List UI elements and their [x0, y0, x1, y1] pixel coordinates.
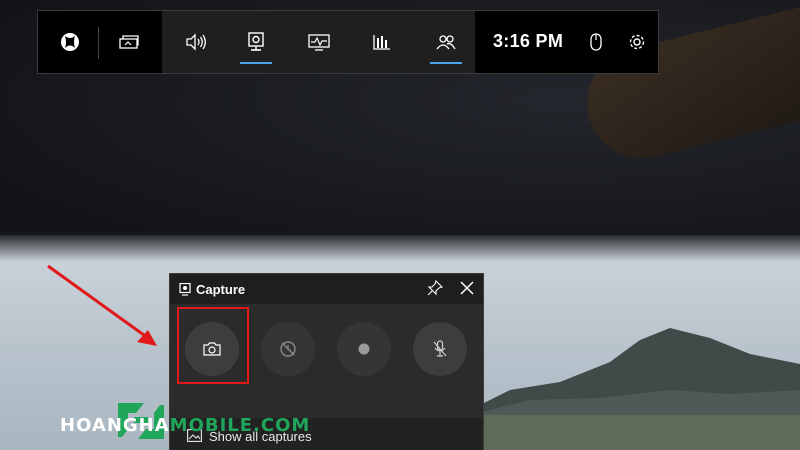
pin-button[interactable] [427, 279, 445, 298]
ground [470, 415, 800, 450]
settings-button[interactable] [620, 11, 654, 73]
watermark-text: HOANGHAMOBILE.COM [60, 415, 310, 436]
divider [98, 27, 99, 59]
record-last-30s-button[interactable] [261, 322, 315, 376]
resources-icon [373, 35, 390, 50]
xbox-icon [61, 33, 79, 51]
capture-icon [179, 283, 191, 296]
close-button[interactable] [459, 280, 477, 298]
clock: 3:16 PM [493, 31, 564, 51]
watermark-prefix: HOANGHA [60, 415, 170, 436]
resources-button[interactable] [360, 11, 404, 73]
watermark-suffix: MOBILE.COM [169, 415, 311, 436]
social-button[interactable] [424, 11, 468, 73]
mouse-icon [590, 33, 602, 51]
start-recording-button[interactable] [337, 322, 391, 376]
active-indicator [430, 62, 462, 64]
record-icon [358, 343, 370, 355]
xbox-button[interactable] [54, 11, 86, 73]
pin-icon [427, 279, 444, 296]
gear-icon [629, 34, 645, 50]
capture-header: Capture [170, 274, 483, 304]
performance-button[interactable] [297, 11, 341, 73]
capture-widget-button[interactable] [234, 11, 278, 73]
mic-muted-icon [433, 340, 447, 357]
widget-menu-icon [119, 35, 139, 49]
mouse-button[interactable] [581, 11, 611, 73]
social-icon [436, 35, 456, 50]
red-arrow-annotation [47, 264, 157, 346]
close-icon [460, 281, 474, 295]
widget-menu-button[interactable] [112, 11, 146, 73]
highlight-box [177, 307, 249, 384]
mic-toggle-button[interactable] [413, 322, 467, 376]
game-bar-widgets [162, 11, 475, 73]
active-indicator [240, 62, 272, 64]
capture-icon [248, 32, 264, 51]
game-bar: 3:16 PM [37, 10, 659, 74]
audio-icon [186, 33, 206, 51]
audio-button[interactable] [174, 11, 218, 73]
performance-icon [308, 34, 330, 51]
mountain [470, 328, 800, 420]
record-last-icon [280, 341, 296, 357]
capture-title: Capture [196, 282, 246, 297]
game-bar-right-section: 3:16 PM [475, 11, 658, 73]
game-bar-left-section [38, 11, 162, 73]
